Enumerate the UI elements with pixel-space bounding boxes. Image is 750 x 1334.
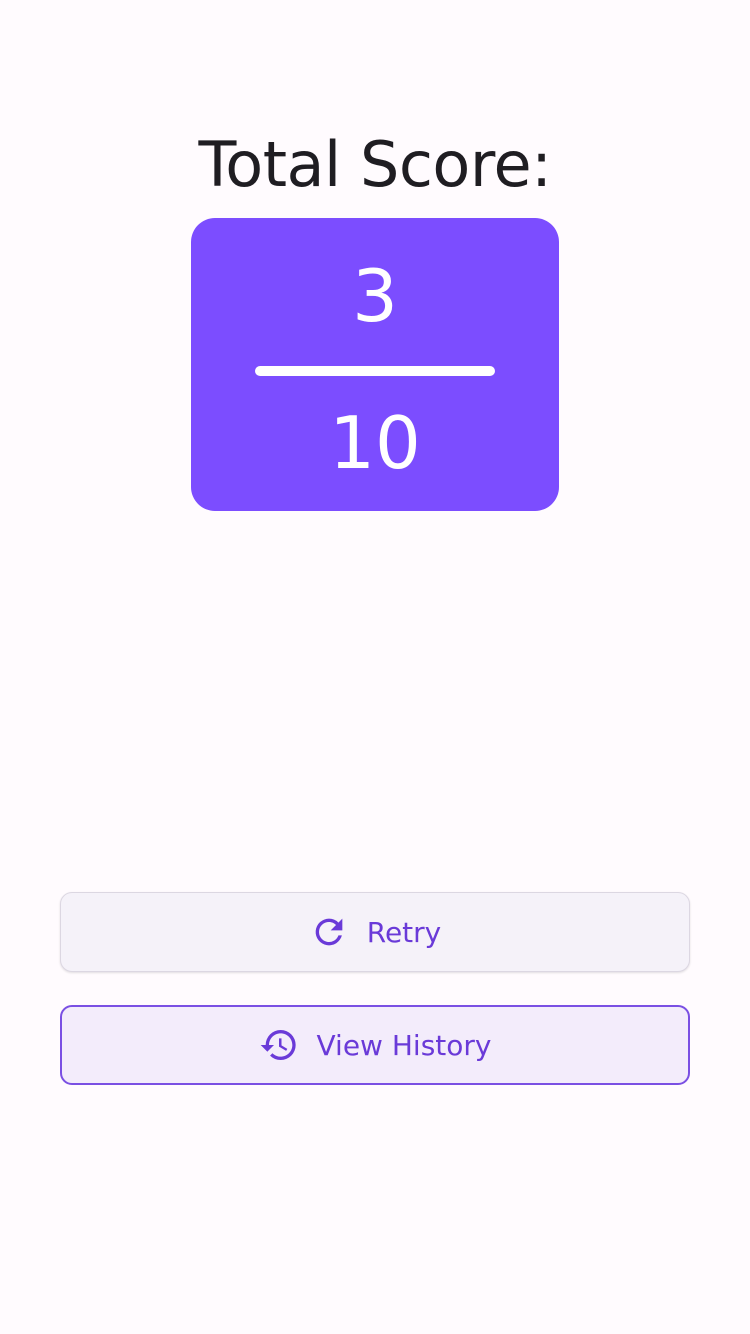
- score-card: 3 10: [191, 218, 559, 511]
- score-screen: Total Score: 3 10 Retry View History: [0, 0, 750, 1334]
- view-history-label: View History: [316, 1028, 492, 1062]
- retry-button[interactable]: Retry: [60, 892, 690, 972]
- score-value: 3: [352, 254, 398, 338]
- score-total: 10: [329, 401, 421, 485]
- page-title: Total Score:: [198, 128, 552, 201]
- fraction-divider: [255, 366, 495, 376]
- retry-label: Retry: [366, 915, 442, 949]
- history-icon: [259, 1025, 299, 1065]
- refresh-icon: [309, 912, 349, 952]
- view-history-button[interactable]: View History: [60, 1005, 690, 1085]
